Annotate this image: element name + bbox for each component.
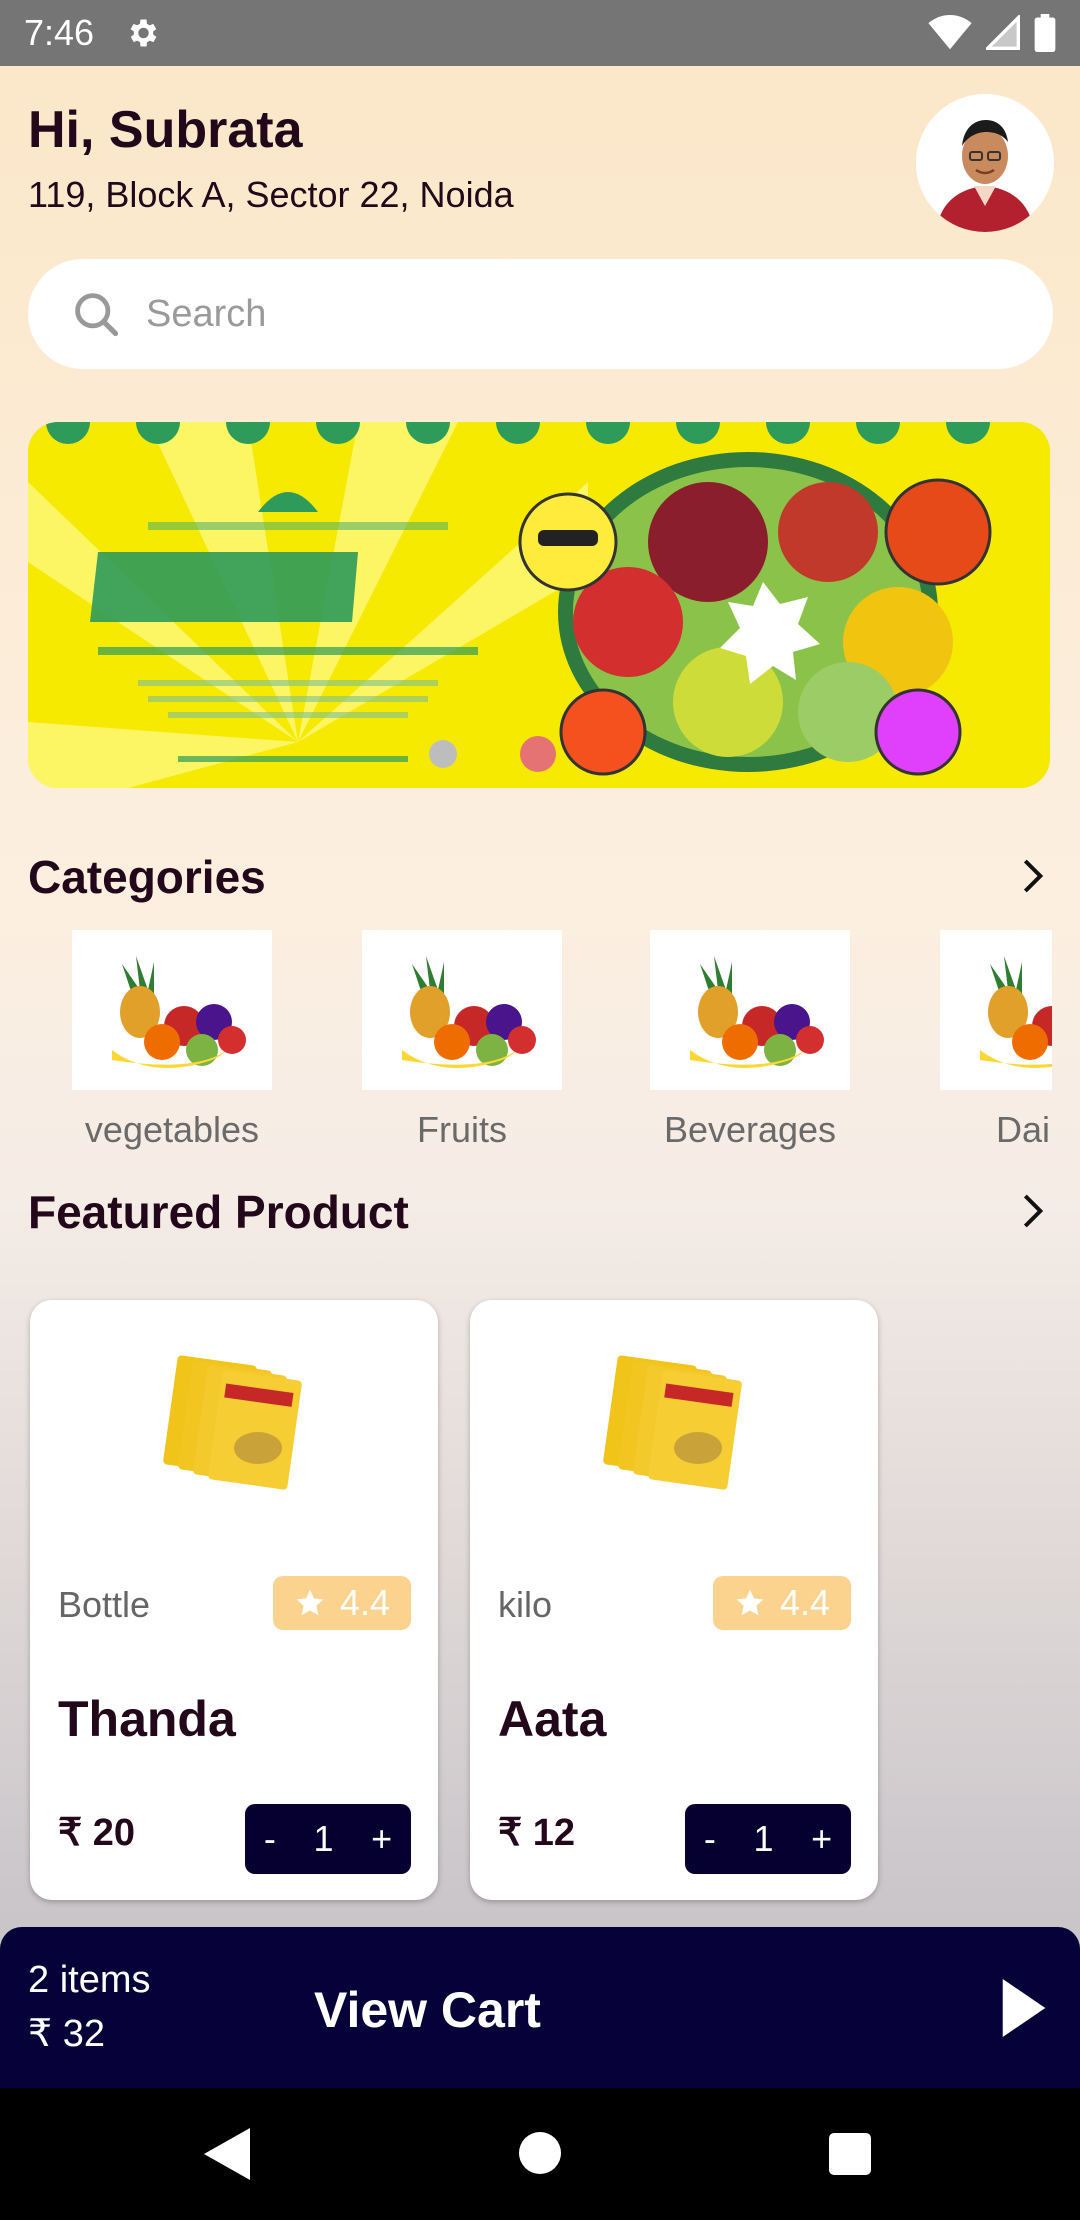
category-dairy[interactable]: Dai [940,930,1052,1151]
rating-value: 4.4 [339,1582,391,1623]
delivery-address[interactable]: 119, Block A, Sector 22, Noida [28,174,514,216]
category-vegetables[interactable]: vegetables [62,930,282,1151]
product-price: ₹ 20 [58,1812,136,1854]
system-nav-bar [0,2088,1080,2220]
view-cart-button[interactable]: View Cart [314,1981,541,2039]
noodle-pack-icon [150,1340,320,1500]
promo-banner[interactable] [28,422,1050,788]
star-icon [736,1589,764,1616]
product-unit: kilo [498,1584,553,1625]
decrement-button[interactable]: - [704,1818,716,1860]
category-label: Dai [996,1109,1051,1150]
quantity-value: 1 [753,1818,774,1859]
product-unit: Bottle [58,1584,151,1625]
category-beverages[interactable]: Beverages [640,930,860,1151]
product-card[interactable]: Bottle 4.4 Thanda ₹ 20 - 1 + [30,1300,438,1900]
wifi-icon [928,15,972,50]
quantity-stepper[interactable]: - 1 + [245,1804,411,1874]
status-bar: 7:46 [0,0,1080,66]
battery-icon [1034,14,1056,52]
cart-total: ₹ 32 [28,2013,106,2055]
categories-title: Categories [28,851,266,903]
fruit-basket-icon [72,930,272,1090]
home-icon[interactable] [519,2132,561,2174]
rating-value: 4.4 [779,1582,831,1623]
product-card[interactable]: kilo 4.4 Aata ₹ 12 - 1 + [470,1300,878,1900]
decrement-button[interactable]: - [264,1818,276,1860]
product-name: Thanda [58,1691,236,1747]
cart-item-count: 2 items [28,1959,151,2001]
promo-banner-image [28,422,1050,788]
fruit-basket-icon [362,930,562,1090]
view-cart-bar[interactable]: 2 items ₹ 32 View Cart [0,1927,1080,2089]
play-icon[interactable] [1002,1979,1046,2037]
fruit-basket-icon [650,930,850,1090]
search-bar[interactable] [28,259,1053,369]
category-label: Beverages [663,1109,837,1150]
greeting-title: Hi, Subrata [28,101,303,159]
status-time: 7:46 [24,12,95,53]
avatar[interactable] [916,94,1054,232]
quantity-value: 1 [313,1818,334,1859]
recent-apps-icon[interactable] [829,2133,871,2175]
increment-button[interactable]: + [371,1818,392,1860]
featured-arrow-icon[interactable] [1012,1191,1052,1231]
category-fruits[interactable]: Fruits [352,930,572,1151]
quantity-stepper[interactable]: - 1 + [685,1804,851,1874]
product-price: ₹ 12 [498,1812,576,1854]
gear-icon [130,19,157,47]
star-icon [296,1589,324,1616]
avatar-image [916,94,1054,232]
category-label: Fruits [417,1109,507,1150]
categories-arrow-icon[interactable] [1012,856,1052,896]
search-input[interactable] [146,292,1026,336]
category-label: vegetables [84,1109,260,1150]
search-icon [75,293,119,337]
increment-button[interactable]: + [811,1818,832,1860]
rating-badge: 4.4 [273,1576,411,1630]
noodle-pack-icon [590,1340,760,1500]
back-icon[interactable] [204,2128,250,2180]
rating-badge: 4.4 [713,1576,851,1630]
signal-icon [986,15,1020,50]
fruit-basket-icon [940,930,1052,1090]
featured-title: Featured Product [28,1186,409,1238]
product-name: Aata [498,1691,607,1747]
